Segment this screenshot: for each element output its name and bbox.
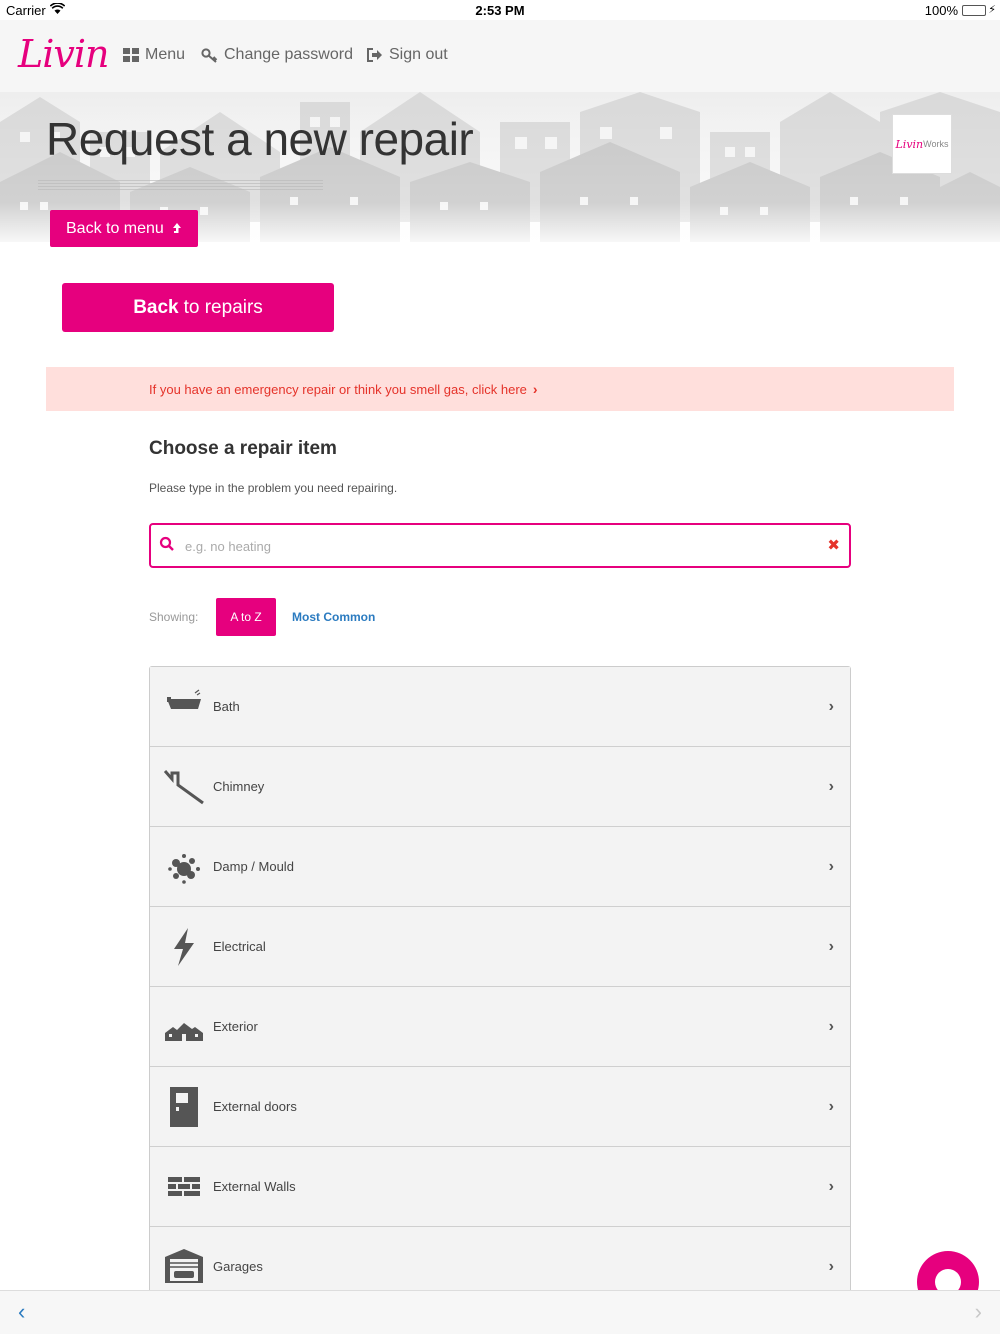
nav-menu-label: Menu <box>145 46 186 63</box>
nav-menu[interactable]: Menu <box>123 46 185 64</box>
list-item[interactable]: External Walls › <box>150 1147 850 1227</box>
list-item-label: Bath <box>213 699 240 714</box>
grid-icon <box>123 48 139 62</box>
hero-banner: Request a new repair Livin Works Back to… <box>0 92 1000 250</box>
list-item[interactable]: Bath › <box>150 667 850 747</box>
chevron-right-icon: › <box>532 381 538 397</box>
nav-header: Livin Menu Change password Sign out <box>0 20 1000 92</box>
houses-icon <box>165 1023 203 1041</box>
section-title: Choose a repair item <box>149 438 337 459</box>
showing-label: Showing: <box>149 610 199 624</box>
chevron-right-icon: › <box>828 937 834 955</box>
clear-search-icon[interactable]: ✖ <box>827 536 840 554</box>
chevron-right-icon: › <box>828 1257 834 1275</box>
section-subtitle: Please type in the problem you need repa… <box>149 481 398 495</box>
garage-icon <box>165 1249 203 1283</box>
chevron-right-icon: › <box>828 1097 834 1115</box>
search-icon <box>159 536 174 551</box>
list-item[interactable]: Damp / Mould › <box>150 827 850 907</box>
browser-toolbar: ‹ › <box>0 1290 1000 1334</box>
repair-item-list: Bath › Chimney › Damp / Mould › Electric… <box>149 666 851 1307</box>
bricks-icon <box>168 1177 200 1196</box>
chevron-right-icon: › <box>828 857 834 875</box>
charging-icon: ⚡ <box>988 4 996 16</box>
livin-works-logo-text: Works <box>923 139 949 149</box>
emergency-alert[interactable]: If you have an emergency repair or think… <box>46 367 954 411</box>
emergency-alert-text: If you have an emergency repair or think… <box>149 381 527 397</box>
lightning-icon <box>174 928 194 966</box>
chevron-right-icon: › <box>828 777 834 795</box>
list-item[interactable]: External doors › <box>150 1067 850 1147</box>
battery-percent: 100% <box>924 3 958 18</box>
bath-icon <box>167 689 201 709</box>
status-bar: Carrier 2:53 PM 100% ⚡ <box>0 0 1000 20</box>
nav-change-password[interactable]: Change password <box>201 46 353 64</box>
list-item-label: Exterior <box>213 1019 258 1034</box>
back-to-repairs-rest: to repairs <box>183 296 263 318</box>
livin-works-logo: Livin Works <box>892 114 952 174</box>
nav-sign-out-label: Sign out <box>389 46 448 63</box>
nav-sign-out[interactable]: Sign out <box>367 46 448 64</box>
livin-logo[interactable]: Livin <box>18 32 109 76</box>
list-item-label: External doors <box>213 1099 297 1114</box>
page-title: Request a new repair <box>46 113 474 165</box>
clock: 2:53 PM <box>475 3 525 18</box>
damp-icon <box>168 854 200 884</box>
arrow-up-icon <box>172 222 181 233</box>
sign-out-icon <box>367 48 382 62</box>
livin-works-logo-script: Livin <box>895 137 924 151</box>
forward-arrow-icon[interactable]: › <box>975 1299 982 1325</box>
list-item-label: Electrical <box>213 939 266 954</box>
list-item-label: External Walls <box>213 1179 296 1194</box>
tab-a-to-z[interactable]: A to Z <box>216 598 276 636</box>
chevron-right-icon: › <box>828 1177 834 1195</box>
back-to-repairs-button[interactable]: Back to repairs <box>62 283 334 332</box>
chevron-right-icon: › <box>828 1017 834 1035</box>
tab-most-common[interactable]: Most Common <box>292 610 375 624</box>
chevron-right-icon: › <box>828 697 834 715</box>
list-item-label: Damp / Mould <box>213 859 294 874</box>
title-underline <box>38 180 323 190</box>
door-icon <box>170 1087 198 1127</box>
list-item[interactable]: Electrical › <box>150 907 850 987</box>
list-item-label: Garages <box>213 1259 263 1274</box>
list-item-label: Chimney <box>213 779 265 794</box>
search-input[interactable] <box>185 533 805 559</box>
search-box: ✖ <box>149 523 851 568</box>
chimney-icon <box>164 770 204 805</box>
nav-change-password-label: Change password <box>224 46 353 63</box>
list-item[interactable]: Chimney › <box>150 747 850 827</box>
back-to-menu-button[interactable]: Back to menu <box>50 210 198 247</box>
back-to-menu-label: Back to menu <box>66 219 164 237</box>
back-to-repairs-bold: Back <box>133 296 179 318</box>
back-arrow-icon[interactable]: ‹ <box>18 1299 25 1325</box>
key-icon <box>201 47 218 63</box>
list-item[interactable]: Exterior › <box>150 987 850 1067</box>
battery-icon <box>962 5 986 16</box>
